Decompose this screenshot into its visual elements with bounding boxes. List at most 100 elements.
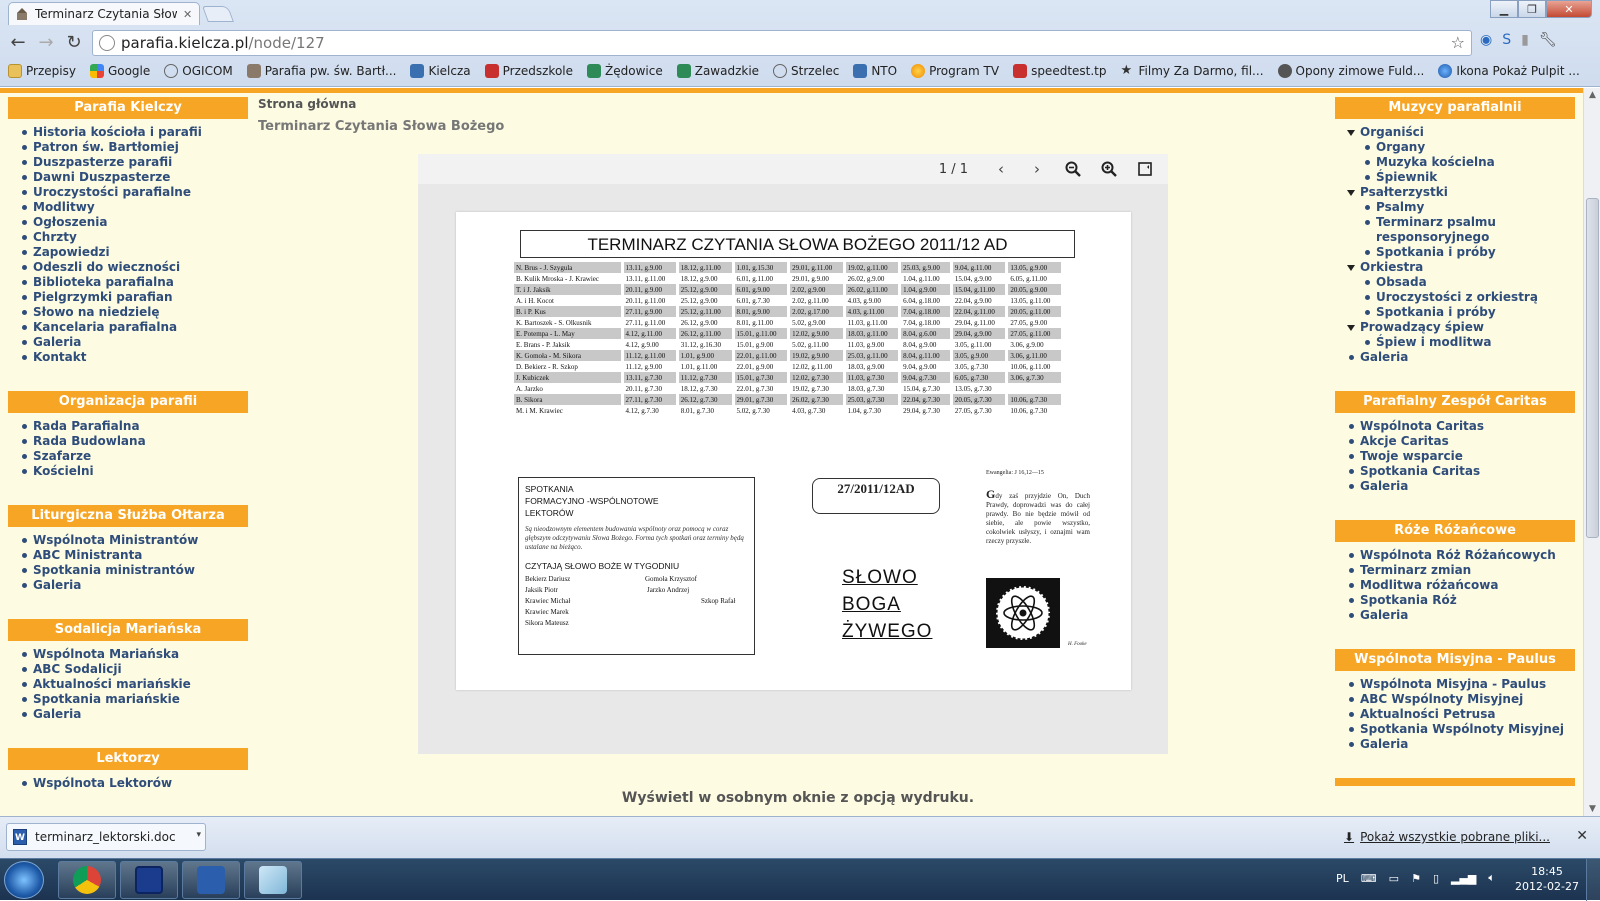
menu-item[interactable]: Pielgrzymki parafian — [20, 290, 248, 305]
menu-item[interactable]: Wspólnota Mariańska — [20, 647, 248, 662]
taskbar-save-app[interactable] — [120, 861, 178, 899]
skype-icon[interactable]: S — [1502, 32, 1511, 48]
menu-item[interactable]: Kontakt — [20, 350, 248, 365]
keyboard-icon[interactable]: ⌨ — [1361, 872, 1377, 885]
menu-item[interactable]: Wspólnota Róż Różańcowych — [1347, 548, 1575, 563]
menu-item[interactable]: Słowo na niedzielę — [20, 305, 248, 320]
menu-item[interactable]: Aktualności Petrusa — [1347, 707, 1575, 722]
menu-item[interactable]: Twoje wsparcie — [1347, 449, 1575, 464]
show-all-downloads-link[interactable]: ⬇ Pokaż wszystkie pobrane pliki... — [1344, 830, 1550, 844]
menu-item[interactable]: Galeria — [20, 578, 248, 593]
menu-item[interactable]: Patron św. Bartłomiej — [20, 140, 248, 155]
download-menu-arrow-icon[interactable]: ▾ — [196, 830, 201, 840]
bookmark-zawadzkie[interactable]: Zawadzkie — [676, 64, 759, 78]
new-tab-button[interactable] — [202, 6, 234, 22]
flag-icon[interactable]: ⚑ — [1411, 872, 1421, 885]
menu-item[interactable]: Dawni Duszpasterze — [20, 170, 248, 185]
wrench-icon[interactable]: 🔧︎ — [1539, 32, 1557, 48]
menu-item[interactable]: Terminarz psalmu responsoryjnego — [1363, 215, 1575, 245]
bookmark-ogicom[interactable]: OGICOM — [164, 64, 233, 78]
menu-item[interactable]: Biblioteka parafialna — [20, 275, 248, 290]
menu-item[interactable]: Wspólnota Caritas — [1347, 419, 1575, 434]
menu-parent-item[interactable]: Orkiestra — [1347, 260, 1575, 275]
bookmark-zedowice[interactable]: Żędowice — [587, 64, 663, 78]
bookmark-google[interactable]: Google — [89, 64, 150, 78]
menu-item[interactable]: Uroczystości z orkiestrą — [1363, 290, 1575, 305]
menu-item[interactable]: Śpiewnik — [1363, 170, 1575, 185]
prev-page-icon[interactable]: ‹ — [992, 160, 1010, 178]
menu-item[interactable]: Historia kościoła i parafii — [20, 125, 248, 140]
menu-item[interactable]: Psalmy — [1363, 200, 1575, 215]
bookmark-strzelec[interactable]: Strzelec — [773, 64, 839, 78]
bookmark-filmy[interactable]: ★ Filmy Za Darmo, fil... — [1121, 64, 1264, 79]
menu-parent-item[interactable]: Organiści — [1347, 125, 1575, 140]
menu-item[interactable]: Szafarze — [20, 449, 248, 464]
menu-item[interactable]: Zapowiedzi — [20, 245, 248, 260]
bookmark-speedtest[interactable]: speedtest.tp — [1013, 64, 1107, 78]
menu-item[interactable]: Organy — [1363, 140, 1575, 155]
menu-item[interactable]: ABC Ministranta — [20, 548, 248, 563]
menu-item[interactable]: Uroczystości parafialne — [20, 185, 248, 200]
menu-item[interactable]: Duszpasterze parafii — [20, 155, 248, 170]
menu-item[interactable]: Śpiew i modlitwa — [1363, 335, 1575, 350]
menu-item[interactable]: Galeria — [1347, 350, 1575, 365]
next-page-icon[interactable]: › — [1028, 160, 1046, 178]
bookmark-kielcza[interactable]: Kielcza — [410, 64, 471, 78]
menu-item[interactable]: Rada Parafialna — [20, 419, 248, 434]
page-info-icon[interactable] — [99, 35, 115, 51]
taskbar-chrome[interactable] — [58, 861, 116, 899]
bookmark-opony[interactable]: Opony zimowe Fuld... — [1277, 64, 1424, 78]
menu-item[interactable]: Spotkania i próby — [1363, 245, 1575, 260]
menu-item[interactable]: Modlitwy — [20, 200, 248, 215]
network-icon[interactable]: ▭ — [1389, 872, 1399, 885]
menu-item[interactable]: Galeria — [20, 707, 248, 722]
signal-icon[interactable]: ▮ — [1521, 32, 1529, 48]
reload-icon[interactable]: ↻ — [62, 30, 86, 54]
menu-item[interactable]: Akcje Caritas — [1347, 434, 1575, 449]
menu-item[interactable]: Odeszli do wieczności — [20, 260, 248, 275]
address-bar[interactable]: parafia.kielcza.pl/node/127 ☆ — [92, 30, 1472, 56]
tab-close-icon[interactable]: ✕ — [183, 8, 193, 21]
start-button[interactable] — [4, 861, 44, 899]
print-window-link[interactable]: Wyświetl w osobnym oknie z opcją wydruku… — [258, 790, 1318, 806]
volume-icon[interactable]: 🔈︎ — [1488, 871, 1495, 885]
back-icon[interactable]: ← — [6, 30, 30, 54]
menu-item[interactable]: Terminarz zmian — [1347, 563, 1575, 578]
menu-item[interactable]: Obsada — [1363, 275, 1575, 290]
menu-item[interactable]: Modlitwa różańcowa — [1347, 578, 1575, 593]
taskbar-word[interactable] — [182, 861, 240, 899]
battery-icon[interactable]: ▯ — [1433, 872, 1439, 885]
menu-item[interactable]: Ogłoszenia — [20, 215, 248, 230]
taskbar-notepad[interactable] — [244, 861, 302, 899]
close-window-button[interactable]: ✕ — [1546, 0, 1592, 18]
forward-icon[interactable]: → — [34, 30, 58, 54]
menu-item[interactable]: Chrzty — [20, 230, 248, 245]
menu-item[interactable]: Galeria — [1347, 737, 1575, 752]
clock[interactable]: 18:45 2012-02-27 — [1512, 864, 1582, 894]
menu-item[interactable]: Rada Budowlana — [20, 434, 248, 449]
document-viewer[interactable]: 1 / 1 ‹ › TERMINARZ CZYTANIA SŁOWA BOŻEG… — [418, 154, 1168, 754]
menu-item[interactable]: Spotkania Róż — [1347, 593, 1575, 608]
bookmark-parafia[interactable]: Parafia pw. św. Bartł... — [246, 64, 396, 78]
browser-tab[interactable]: Terminarz Czytania Słowa B ✕ — [8, 2, 200, 25]
menu-item[interactable]: Spotkania Wspólnoty Misyjnej — [1347, 722, 1575, 737]
menu-item[interactable]: Galeria — [20, 335, 248, 350]
menu-item[interactable]: Spotkania mariańskie — [20, 692, 248, 707]
breadcrumb[interactable]: Strona główna — [258, 97, 1318, 111]
show-desktop-button[interactable] — [1586, 859, 1600, 901]
menu-item[interactable]: Wspólnota Misyjna - Paulus — [1347, 677, 1575, 692]
menu-item[interactable]: Wspólnota Lektorów — [20, 776, 248, 791]
menu-item[interactable]: Spotkania i próby — [1363, 305, 1575, 320]
scroll-up-icon[interactable]: ▲ — [1587, 90, 1598, 100]
menu-parent-item[interactable]: Psałterzystki — [1347, 185, 1575, 200]
extension-eye-icon[interactable]: ◉ — [1480, 32, 1492, 48]
bookmark-przedszkole[interactable]: Przedszkole — [484, 64, 573, 78]
menu-item[interactable]: Aktualności mariańskie — [20, 677, 248, 692]
download-item[interactable]: W terminarz_lektorski.doc ▾ — [6, 823, 206, 851]
zoom-out-icon[interactable] — [1064, 160, 1082, 178]
menu-item[interactable]: Spotkania ministrantów — [20, 563, 248, 578]
bookmark-program-tv[interactable]: Program TV — [911, 64, 999, 78]
bookmark-przepisy[interactable]: Przepisy — [8, 64, 76, 78]
menu-item[interactable]: ABC Sodalicji — [20, 662, 248, 677]
menu-item[interactable]: Wspólnota Ministrantów — [20, 533, 248, 548]
